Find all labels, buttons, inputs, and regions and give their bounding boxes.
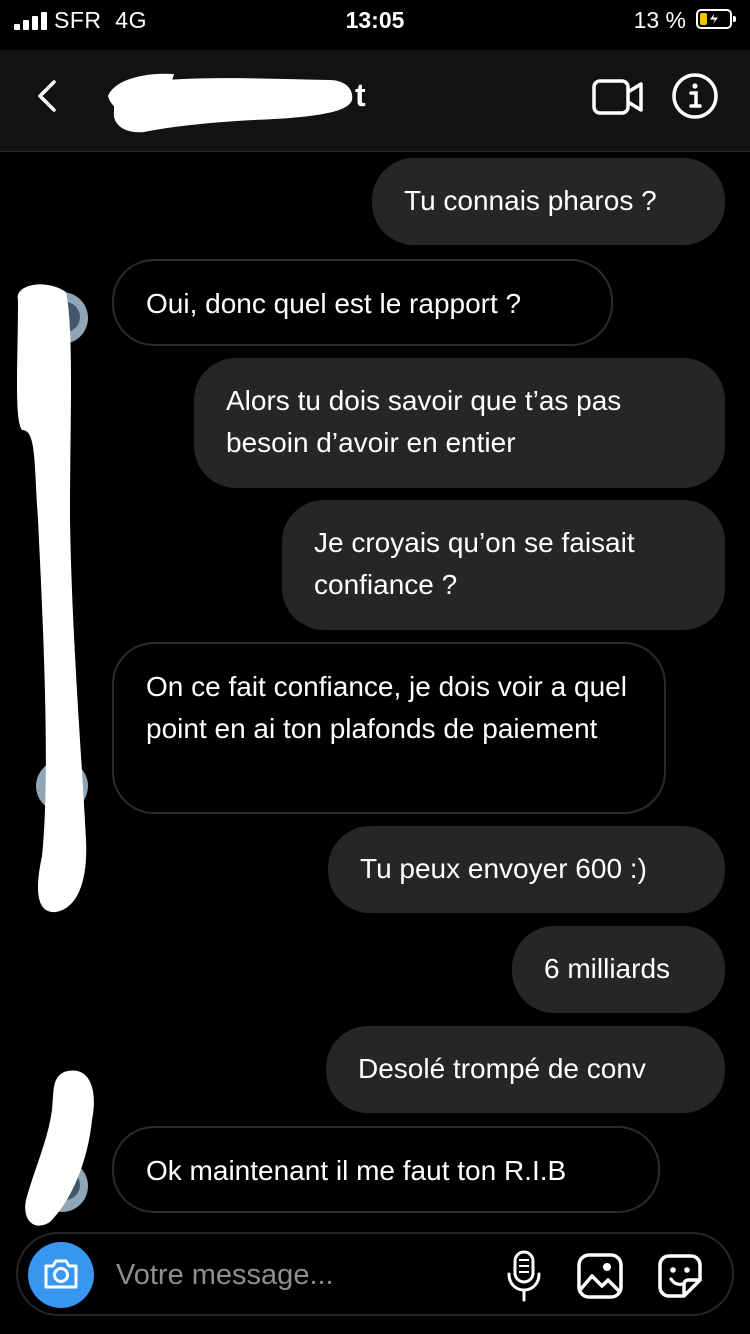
avatar[interactable] [36, 760, 88, 812]
battery-icon [696, 9, 736, 29]
battery-percent: 13 % [633, 7, 686, 33]
chat-header: t [0, 50, 750, 152]
microphone-icon[interactable] [506, 1250, 542, 1302]
incoming-message[interactable]: Ok maintenant il me faut ton R.I.B [112, 1126, 660, 1213]
camera-button[interactable] [28, 1242, 94, 1308]
sticker-icon[interactable] [656, 1252, 704, 1300]
message-composer [16, 1232, 734, 1316]
incoming-message[interactable]: Oui, donc quel est le rapport ? [112, 259, 613, 346]
camera-icon [44, 1259, 78, 1289]
outgoing-message[interactable]: 6 milliards [512, 926, 725, 1013]
back-chevron-icon[interactable] [30, 76, 66, 116]
message-input[interactable] [114, 1254, 488, 1296]
outgoing-message[interactable]: Tu peux envoyer 600 :) [328, 826, 725, 913]
redaction-mark [108, 73, 353, 133]
outgoing-message[interactable]: Alors tu dois savoir que t’as pas besoin… [194, 358, 725, 488]
charging-bolt-icon [708, 11, 721, 27]
gallery-icon[interactable] [576, 1252, 624, 1300]
avatar[interactable] [36, 292, 88, 344]
status-bar: SFR 4G 13:05 13 % [0, 0, 750, 50]
info-icon[interactable] [671, 72, 719, 120]
avatar[interactable] [36, 1160, 88, 1212]
video-call-icon[interactable] [592, 75, 644, 119]
outgoing-message[interactable]: Tu connais pharos ? [372, 158, 725, 245]
outgoing-message[interactable]: Desolé trompé de conv [326, 1026, 725, 1113]
outgoing-message[interactable]: Je croyais qu’on se faisait confiance ? [282, 500, 725, 630]
incoming-message[interactable]: On ce fait confiance, je dois voir a que… [112, 642, 666, 814]
